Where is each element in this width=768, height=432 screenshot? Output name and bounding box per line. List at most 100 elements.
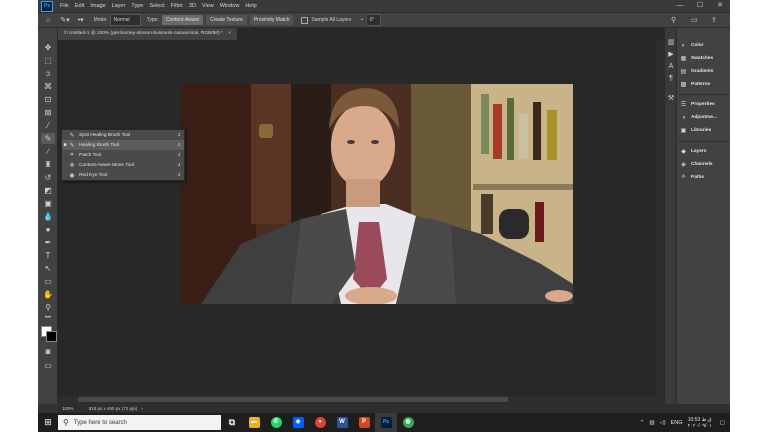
shape-tool-icon[interactable]: ▭ [41, 276, 55, 287]
document-photo[interactable] [181, 84, 573, 304]
patterns-panel-tab[interactable]: ▩ Patterns [679, 79, 729, 90]
menu-window[interactable]: Window [217, 3, 243, 9]
file-explorer-button[interactable]: ▬ [243, 413, 265, 432]
healing-brush-item[interactable]: ■ ✎ Healing Brush Tool J [62, 140, 184, 150]
maximize-button[interactable]: ☐ [690, 0, 710, 12]
taskbar-search-box[interactable]: ⚲ Type here to search [58, 415, 221, 430]
patch-tool-item[interactable]: ⌗ Patch Tool J [62, 150, 184, 160]
close-window-button[interactable]: ✕ [710, 0, 730, 12]
character-panel-icon[interactable]: A [666, 62, 676, 72]
status-menu-chevron-icon[interactable]: › [141, 406, 143, 411]
horizontal-scrollbar[interactable] [58, 396, 656, 404]
layers-panel-tab[interactable]: ◆ Layers [679, 146, 729, 157]
tray-chevron-icon[interactable]: ⌃ [640, 420, 645, 426]
menu-edit[interactable]: Edit [72, 3, 87, 9]
angle-field[interactable]: 0° [365, 14, 382, 26]
pen-tool-icon[interactable]: ✒ [41, 237, 55, 248]
healing-brush-preset-icon[interactable]: ✎▾ [60, 16, 69, 24]
task-view-button[interactable]: ⧉ [221, 413, 243, 432]
volume-icon[interactable]: ◁) [660, 420, 666, 426]
content-aware-move-item[interactable]: ✜ Content-Aware Move Tool J [62, 160, 184, 170]
canvas-area[interactable] [58, 40, 664, 404]
dropbox-button[interactable]: ◆ [287, 413, 309, 432]
gradient-tool-icon[interactable]: ▣ [41, 198, 55, 209]
color-panel-tab[interactable]: ◐ Color [679, 40, 729, 51]
screen-mode-icon[interactable]: ▭ [41, 360, 55, 371]
vertical-scrollbar[interactable] [656, 40, 664, 404]
minimize-button[interactable]: — [670, 0, 690, 12]
photoshop-taskbar-button[interactable]: Ps [375, 413, 397, 432]
paragraph-panel-icon[interactable]: ¶ [666, 74, 676, 84]
move-tool-icon[interactable]: ✥ [41, 42, 55, 53]
history-panel-icon[interactable]: ▥ [666, 38, 676, 48]
eyedropper-tool-icon[interactable]: ⁄ [41, 120, 55, 131]
background-color-swatch[interactable] [46, 331, 57, 342]
properties-panel-tab[interactable]: ☰ Properties [679, 99, 729, 110]
spot-healing-brush-item[interactable]: ✎ Spot Healing Brush Tool J [62, 130, 184, 140]
more-tools-icon[interactable]: ••• [41, 313, 55, 324]
zoom-level[interactable]: 100% [62, 406, 74, 411]
share-icon[interactable]: ⇪ [711, 16, 717, 24]
marquee-tool-icon[interactable]: ⬚ [41, 55, 55, 66]
whatsapp-icon: ✆ [270, 417, 282, 428]
tool-presets-icon[interactable]: ⚒ [666, 94, 676, 104]
adjustments-panel-tab[interactable]: ◑ Adjustme... [679, 112, 729, 123]
clone-stamp-tool-icon[interactable]: ♜ [41, 159, 55, 170]
dodge-tool-icon[interactable]: ● [41, 224, 55, 235]
windows-start-icon[interactable]: ⊞ [38, 413, 58, 432]
path-selection-tool-icon[interactable]: ↖ [41, 263, 55, 274]
search-icon[interactable]: ⚲ [671, 16, 676, 24]
menu-image[interactable]: Image [87, 3, 108, 9]
zoom-tool-icon[interactable]: ⚲ [41, 302, 55, 313]
close-tab-icon[interactable]: × [228, 31, 231, 36]
eraser-tool-icon[interactable]: ◩ [41, 185, 55, 196]
channels-panel-tab[interactable]: ◈ Channels [679, 159, 729, 170]
brush-settings-icon[interactable]: •▾ [78, 16, 84, 24]
crop-tool-icon[interactable]: ⊡ [41, 94, 55, 105]
quick-mask-icon[interactable]: ◙ [41, 346, 55, 357]
frame-tool-icon[interactable]: ⊠ [41, 107, 55, 118]
flyout-item-label: Patch Tool [79, 152, 102, 158]
actions-panel-icon[interactable]: ▶ [666, 50, 676, 60]
chrome-button[interactable]: ● [309, 413, 331, 432]
browser-button[interactable]: ◍ [397, 413, 419, 432]
home-icon[interactable]: ⌂ [46, 17, 50, 24]
menu-3d[interactable]: 3D [186, 3, 199, 9]
brush-tool-icon[interactable]: ∕ [41, 146, 55, 157]
word-button[interactable]: W [331, 413, 353, 432]
blur-tool-icon[interactable]: 💧 [41, 211, 55, 222]
menu-filter[interactable]: Filter [168, 3, 186, 9]
document-tab-title: © Untitled-1 @ 100% (get-barney-stinson-… [64, 31, 223, 36]
whatsapp-button[interactable]: ✆ [265, 413, 287, 432]
taskbar-clock[interactable]: 10:53 ق.ظ ۲۰۲۰/۰۹/۰۱ [688, 417, 712, 429]
workspace-icon[interactable]: ▭ [691, 16, 698, 24]
menu-layer[interactable]: Layer [109, 3, 129, 9]
type-tool-icon[interactable]: T [41, 250, 55, 261]
history-brush-tool-icon[interactable]: ↺ [41, 172, 55, 183]
menu-help[interactable]: Help [242, 3, 259, 9]
language-indicator[interactable]: ENG [671, 420, 683, 426]
proximity-match-button[interactable]: Proximity Match [249, 15, 294, 25]
quick-selection-tool-icon[interactable]: ⌘ [41, 81, 55, 92]
mode-select[interactable]: Normal [109, 14, 141, 26]
hand-tool-icon[interactable]: ✋ [41, 289, 55, 300]
paths-panel-tab[interactable]: ⟡ Paths [679, 172, 729, 183]
document-tab[interactable]: © Untitled-1 @ 100% (get-barney-stinson-… [58, 28, 237, 40]
notifications-icon[interactable]: ▢ [720, 420, 725, 426]
gradients-panel-tab[interactable]: ▤ Gradients [679, 66, 729, 77]
menu-type[interactable]: Type [128, 3, 146, 9]
create-texture-button[interactable]: Create Texture [206, 15, 247, 25]
powerpoint-button[interactable]: P [353, 413, 375, 432]
swatches-panel-tab[interactable]: ▦ Swatches [679, 53, 729, 64]
menu-file[interactable]: File [57, 3, 72, 9]
lasso-tool-icon[interactable]: ↄ [41, 68, 55, 79]
network-icon[interactable]: ▥ [649, 420, 654, 426]
menu-view[interactable]: View [199, 3, 217, 9]
red-eye-item[interactable]: ◉ Red Eye Tool J [62, 170, 184, 180]
horizontal-scroll-thumb[interactable] [78, 397, 508, 402]
healing-brush-tool-icon[interactable]: ✎ [41, 133, 55, 144]
content-aware-button[interactable]: Content-Aware [161, 15, 204, 25]
menu-select[interactable]: Select [146, 3, 167, 9]
sample-all-layers-checkbox[interactable] [301, 16, 309, 24]
libraries-panel-tab[interactable]: ▣ Libraries [679, 125, 729, 136]
